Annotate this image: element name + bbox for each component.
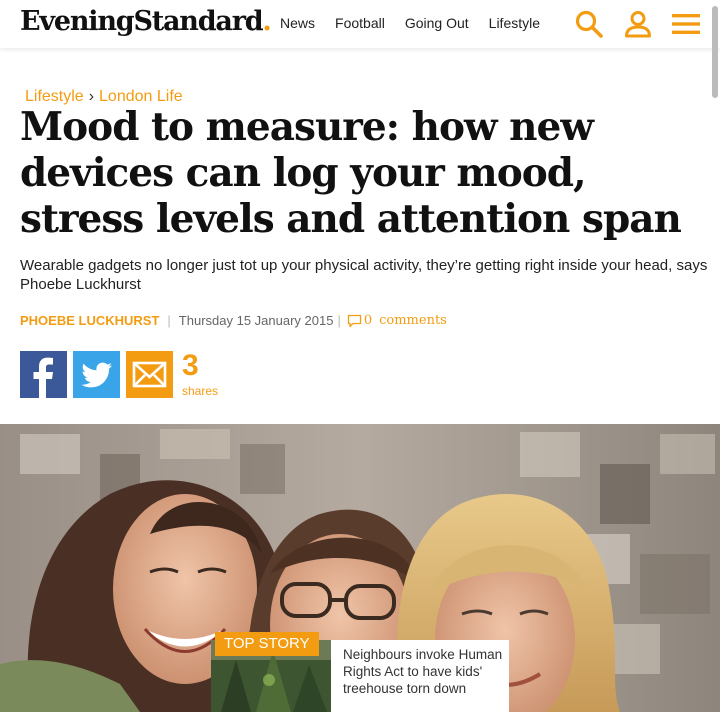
- twitter-icon: [81, 362, 112, 388]
- top-story-headline[interactable]: Neighbours invoke Human Rights Act to ha…: [343, 646, 503, 697]
- twitter-share-button[interactable]: [73, 351, 120, 398]
- site-logo[interactable]: EveningStandard.: [20, 6, 272, 37]
- breadcrumb-london-life[interactable]: London Life: [99, 88, 183, 105]
- author-link[interactable]: PHOEBE LUCKHURST: [20, 313, 159, 328]
- comment-icon: [347, 314, 361, 327]
- facebook-share-button[interactable]: [20, 351, 67, 398]
- nav-news[interactable]: News: [280, 15, 315, 31]
- facebook-icon: [33, 357, 53, 398]
- comments-label: comments: [379, 313, 447, 328]
- article-byline: PHOEBE LUCKHURST | Thursday 15 January 2…: [20, 313, 447, 328]
- article-headline: Mood to measure: how new devices can log…: [20, 104, 682, 242]
- comments-link[interactable]: 0 comments: [347, 313, 447, 328]
- divider: |: [167, 313, 171, 328]
- share-count: 3: [182, 349, 199, 382]
- email-icon: [132, 361, 167, 388]
- publish-date: Thursday 15 January 2015: [178, 313, 334, 328]
- search-icon[interactable]: [574, 9, 604, 39]
- nav-football[interactable]: Football: [335, 15, 385, 31]
- site-header: EveningStandard. News Football Going Out…: [0, 0, 720, 48]
- share-label: shares: [182, 384, 219, 398]
- email-share-button[interactable]: [126, 351, 173, 398]
- menu-icon[interactable]: [671, 9, 701, 39]
- article-standfirst: Wearable gadgets no longer just tot up y…: [20, 257, 708, 293]
- nav-going-out[interactable]: Going Out: [405, 15, 469, 31]
- comments-count: 0: [363, 313, 373, 328]
- account-icon[interactable]: [623, 9, 653, 39]
- main-nav: News Football Going Out Lifestyle: [280, 15, 540, 31]
- scrollbar[interactable]: [712, 6, 718, 98]
- breadcrumb-lifestyle[interactable]: Lifestyle: [25, 88, 84, 105]
- breadcrumb-separator: ›: [88, 88, 95, 105]
- nav-lifestyle[interactable]: Lifestyle: [489, 15, 540, 31]
- top-story-tag: TOP STORY: [215, 632, 319, 656]
- divider: |: [337, 313, 341, 328]
